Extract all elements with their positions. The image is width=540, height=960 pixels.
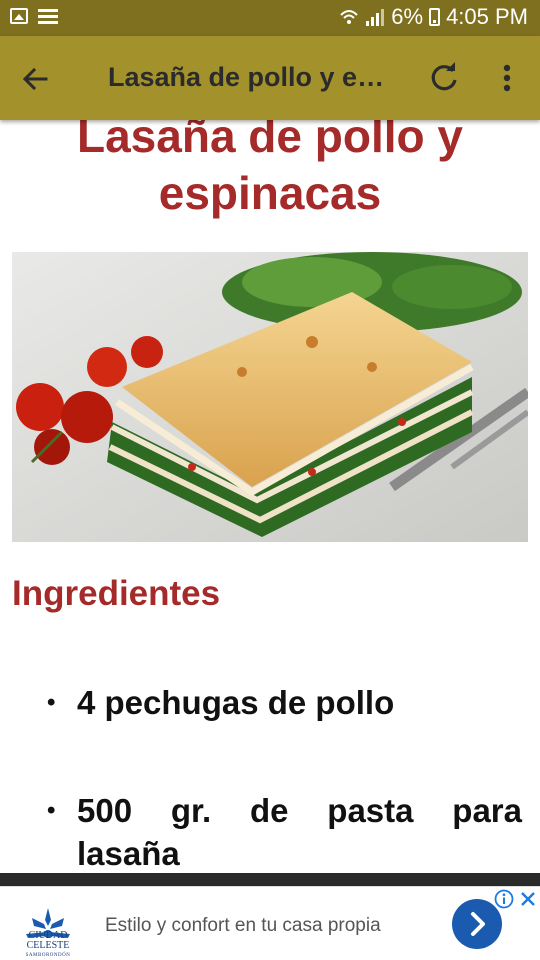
recipe-title-line2: espinacas [158, 167, 382, 219]
more-vert-icon[interactable] [494, 58, 520, 98]
recipe-photo [12, 252, 528, 542]
app-title: Lasaña de pollo y e… [108, 62, 385, 92]
battery-charging-icon [429, 8, 441, 26]
ingredient-word: para [452, 792, 522, 829]
ad-close-icon[interactable] [518, 889, 538, 909]
ad-info-icon[interactable] [494, 889, 514, 909]
ingredient-line: 500 gr. de pasta para [77, 789, 522, 832]
divider [0, 873, 540, 886]
ingredient-item: 500 gr. de pasta para lasaña [47, 789, 522, 873]
ad-logo-text: CIUDAD CELESTE SAMBORONDÓN [14, 931, 82, 960]
clock: 4:05 PM [446, 4, 528, 29]
app-bar: Lasaña de pollo y e… [0, 36, 540, 120]
ad-banner[interactable]: CIUDAD CELESTE SAMBORONDÓN Estilo y conf… [0, 886, 540, 960]
back-arrow-icon[interactable] [14, 58, 56, 100]
ad-logo-line: CELESTE [26, 940, 70, 951]
image-icon [10, 8, 28, 24]
list-icon [38, 8, 58, 24]
recipe-title: Lasaña de pollo y espinacas [0, 120, 540, 222]
ingredient-word: 500 [77, 792, 133, 829]
recipe-content[interactable]: Lasaña de pollo y espinacas Ingredientes… [0, 120, 540, 873]
ingredients-heading: Ingredientes [12, 574, 221, 613]
ad-text[interactable]: Estilo y confort en tu casa propia [105, 915, 381, 937]
wifi-icon [340, 10, 358, 24]
ad-logo-line: SAMBORONDÓN [25, 953, 71, 958]
ingredient-word: gr. [170, 792, 212, 829]
signal-icon [366, 9, 385, 26]
ingredient-word: de [249, 792, 289, 829]
refresh-icon[interactable] [424, 58, 464, 98]
ingredient-item: 4 pechugas de pollo [47, 681, 522, 724]
recipe-title-line1: Lasaña de pollo y [77, 120, 463, 162]
ingredient-line: lasaña [77, 835, 180, 872]
status-bar: 6% 4:05 PM [0, 0, 540, 36]
ingredient-word: pasta [327, 792, 414, 829]
battery-percent: 6% [391, 4, 424, 29]
